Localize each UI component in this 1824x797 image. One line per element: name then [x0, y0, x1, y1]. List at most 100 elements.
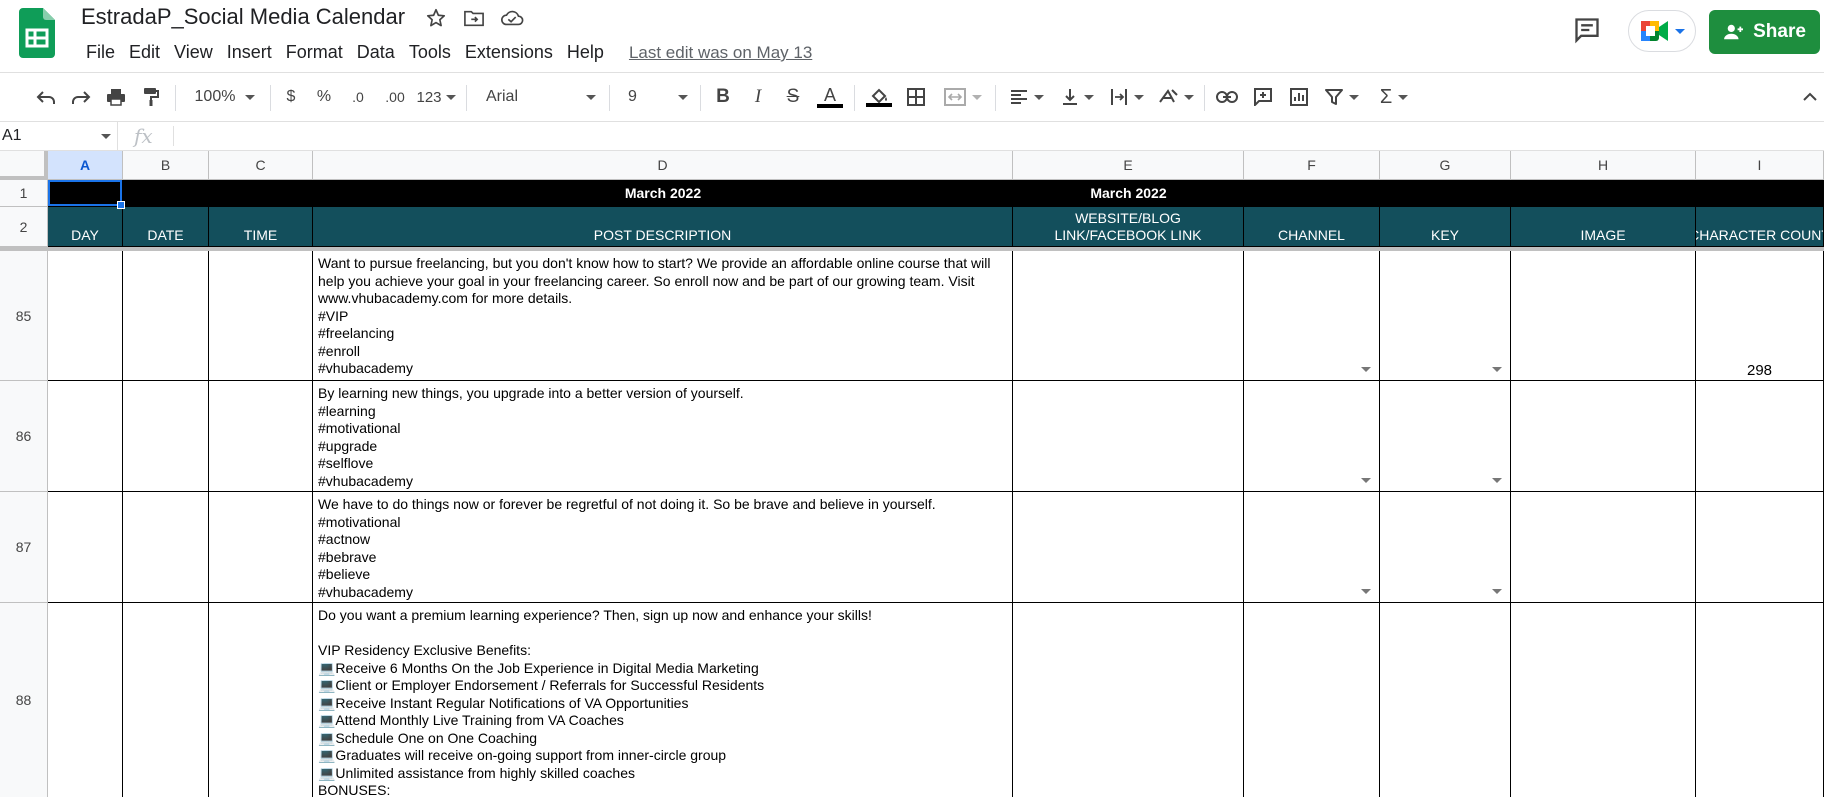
cell-key[interactable] [1380, 381, 1511, 492]
horizontal-align-icon[interactable] [1007, 82, 1047, 112]
last-edit-link[interactable]: Last edit was on May 13 [629, 40, 812, 65]
comments-icon[interactable] [1571, 14, 1603, 46]
insert-link-icon[interactable] [1214, 82, 1240, 112]
cell-date[interactable] [123, 603, 209, 797]
italic-icon[interactable]: I [745, 82, 771, 112]
row-header[interactable]: 2 [0, 207, 48, 247]
select-all-corner[interactable] [0, 151, 48, 180]
cell-d1[interactable]: March 2022 [313, 180, 1013, 207]
filter-icon[interactable] [1322, 82, 1362, 112]
paint-format-icon[interactable] [138, 82, 164, 112]
font-family-select[interactable]: Arial [482, 82, 600, 112]
borders-icon[interactable] [903, 82, 929, 112]
cell-character-count[interactable]: 298 [1696, 251, 1824, 381]
percent-format-button[interactable]: % [314, 82, 334, 112]
cell-day[interactable] [48, 492, 123, 603]
cell-post-description[interactable]: By learning new things, you upgrade into… [313, 381, 1013, 492]
move-to-folder-icon[interactable] [462, 6, 486, 30]
redo-icon[interactable] [68, 82, 94, 112]
menu-help[interactable]: Help [560, 40, 611, 65]
cell-time[interactable] [209, 603, 313, 797]
row-header[interactable]: 86 [0, 381, 48, 492]
cell-c1[interactable] [209, 180, 313, 207]
column-header-h[interactable]: H [1511, 151, 1696, 180]
column-header-d[interactable]: D [313, 151, 1013, 180]
cell-key[interactable] [1380, 251, 1511, 381]
menu-edit[interactable]: Edit [122, 40, 167, 65]
cell-date[interactable] [123, 492, 209, 603]
bold-icon[interactable]: B [710, 82, 736, 112]
strikethrough-icon[interactable]: S [780, 82, 806, 112]
share-button[interactable]: Share [1709, 10, 1820, 54]
collapse-toolbar-icon[interactable] [1800, 82, 1820, 112]
header-channel[interactable]: CHANNEL [1244, 207, 1380, 247]
column-header-b[interactable]: B [123, 151, 209, 180]
column-header-f[interactable]: F [1244, 151, 1380, 180]
dropdown-arrow-icon[interactable] [1361, 478, 1371, 483]
increase-decimal-button[interactable]: .00 [380, 82, 410, 112]
cell-character-count[interactable] [1696, 603, 1824, 797]
cell-image[interactable] [1511, 492, 1696, 603]
cell-channel[interactable] [1244, 492, 1380, 603]
menu-view[interactable]: View [167, 40, 220, 65]
row-header[interactable]: 88 [0, 603, 48, 797]
cell-e1[interactable]: March 2022 [1013, 180, 1244, 207]
dropdown-arrow-icon[interactable] [1492, 478, 1502, 483]
fill-color-icon[interactable] [864, 82, 894, 112]
number-format-select[interactable]: 123 [416, 82, 456, 112]
menu-extensions[interactable]: Extensions [458, 40, 560, 65]
cell-time[interactable] [209, 492, 313, 603]
header-website-link[interactable]: WEBSITE/BLOG LINK/FACEBOOK LINK [1013, 207, 1244, 247]
text-color-icon[interactable]: A [815, 82, 845, 112]
sheets-logo-icon[interactable] [19, 8, 55, 58]
cell-key[interactable] [1380, 603, 1511, 797]
cell-b1[interactable] [123, 180, 209, 207]
cell-character-count[interactable] [1696, 381, 1824, 492]
undo-icon[interactable] [33, 82, 59, 112]
vertical-align-icon[interactable] [1058, 82, 1098, 112]
cell-day[interactable] [48, 381, 123, 492]
cell-website-link[interactable] [1013, 603, 1244, 797]
header-key[interactable]: KEY [1380, 207, 1511, 247]
dropdown-arrow-icon[interactable] [1361, 589, 1371, 594]
cell-channel[interactable] [1244, 251, 1380, 381]
star-icon[interactable] [424, 6, 448, 30]
cell-image[interactable] [1511, 381, 1696, 492]
menu-data[interactable]: Data [350, 40, 402, 65]
dropdown-arrow-icon[interactable] [1492, 589, 1502, 594]
name-box[interactable]: A1 [0, 122, 118, 150]
meet-button[interactable] [1628, 10, 1696, 52]
header-character-count[interactable]: CHARACTER COUNT [1696, 207, 1824, 247]
insert-chart-icon[interactable] [1286, 82, 1312, 112]
currency-format-button[interactable]: $ [281, 82, 301, 112]
column-header-a[interactable]: A [48, 151, 123, 180]
cell-character-count[interactable] [1696, 492, 1824, 603]
cell-day[interactable] [48, 603, 123, 797]
zoom-select[interactable]: 100% [190, 82, 260, 112]
column-header-c[interactable]: C [209, 151, 313, 180]
menu-file[interactable]: File [79, 40, 122, 65]
menu-format[interactable]: Format [279, 40, 350, 65]
column-header-g[interactable]: G [1380, 151, 1511, 180]
menu-tools[interactable]: Tools [402, 40, 458, 65]
text-wrapping-icon[interactable] [1107, 82, 1147, 112]
cell-date[interactable] [123, 381, 209, 492]
decrease-decimal-button[interactable]: .0 [346, 82, 370, 112]
cell-channel[interactable] [1244, 603, 1380, 797]
cell-image[interactable] [1511, 251, 1696, 381]
document-title[interactable]: EstradaP_Social Media Calendar [81, 4, 405, 30]
functions-icon[interactable]: Σ [1374, 82, 1414, 112]
text-rotation-icon[interactable] [1156, 82, 1196, 112]
row-header[interactable]: 85 [0, 251, 48, 381]
dropdown-arrow-icon[interactable] [1492, 367, 1502, 372]
dropdown-arrow-icon[interactable] [1361, 367, 1371, 372]
header-image[interactable]: IMAGE [1511, 207, 1696, 247]
formula-input[interactable] [182, 126, 1802, 146]
cell-post-description[interactable]: Want to pursue freelancing, but you don'… [313, 251, 1013, 381]
cell-website-link[interactable] [1013, 381, 1244, 492]
cell-date[interactable] [123, 251, 209, 381]
cell-post-description[interactable]: Do you want a premium learning experienc… [313, 603, 1013, 797]
cell-channel[interactable] [1244, 381, 1380, 492]
header-time[interactable]: TIME [209, 207, 313, 247]
header-date[interactable]: DATE [123, 207, 209, 247]
